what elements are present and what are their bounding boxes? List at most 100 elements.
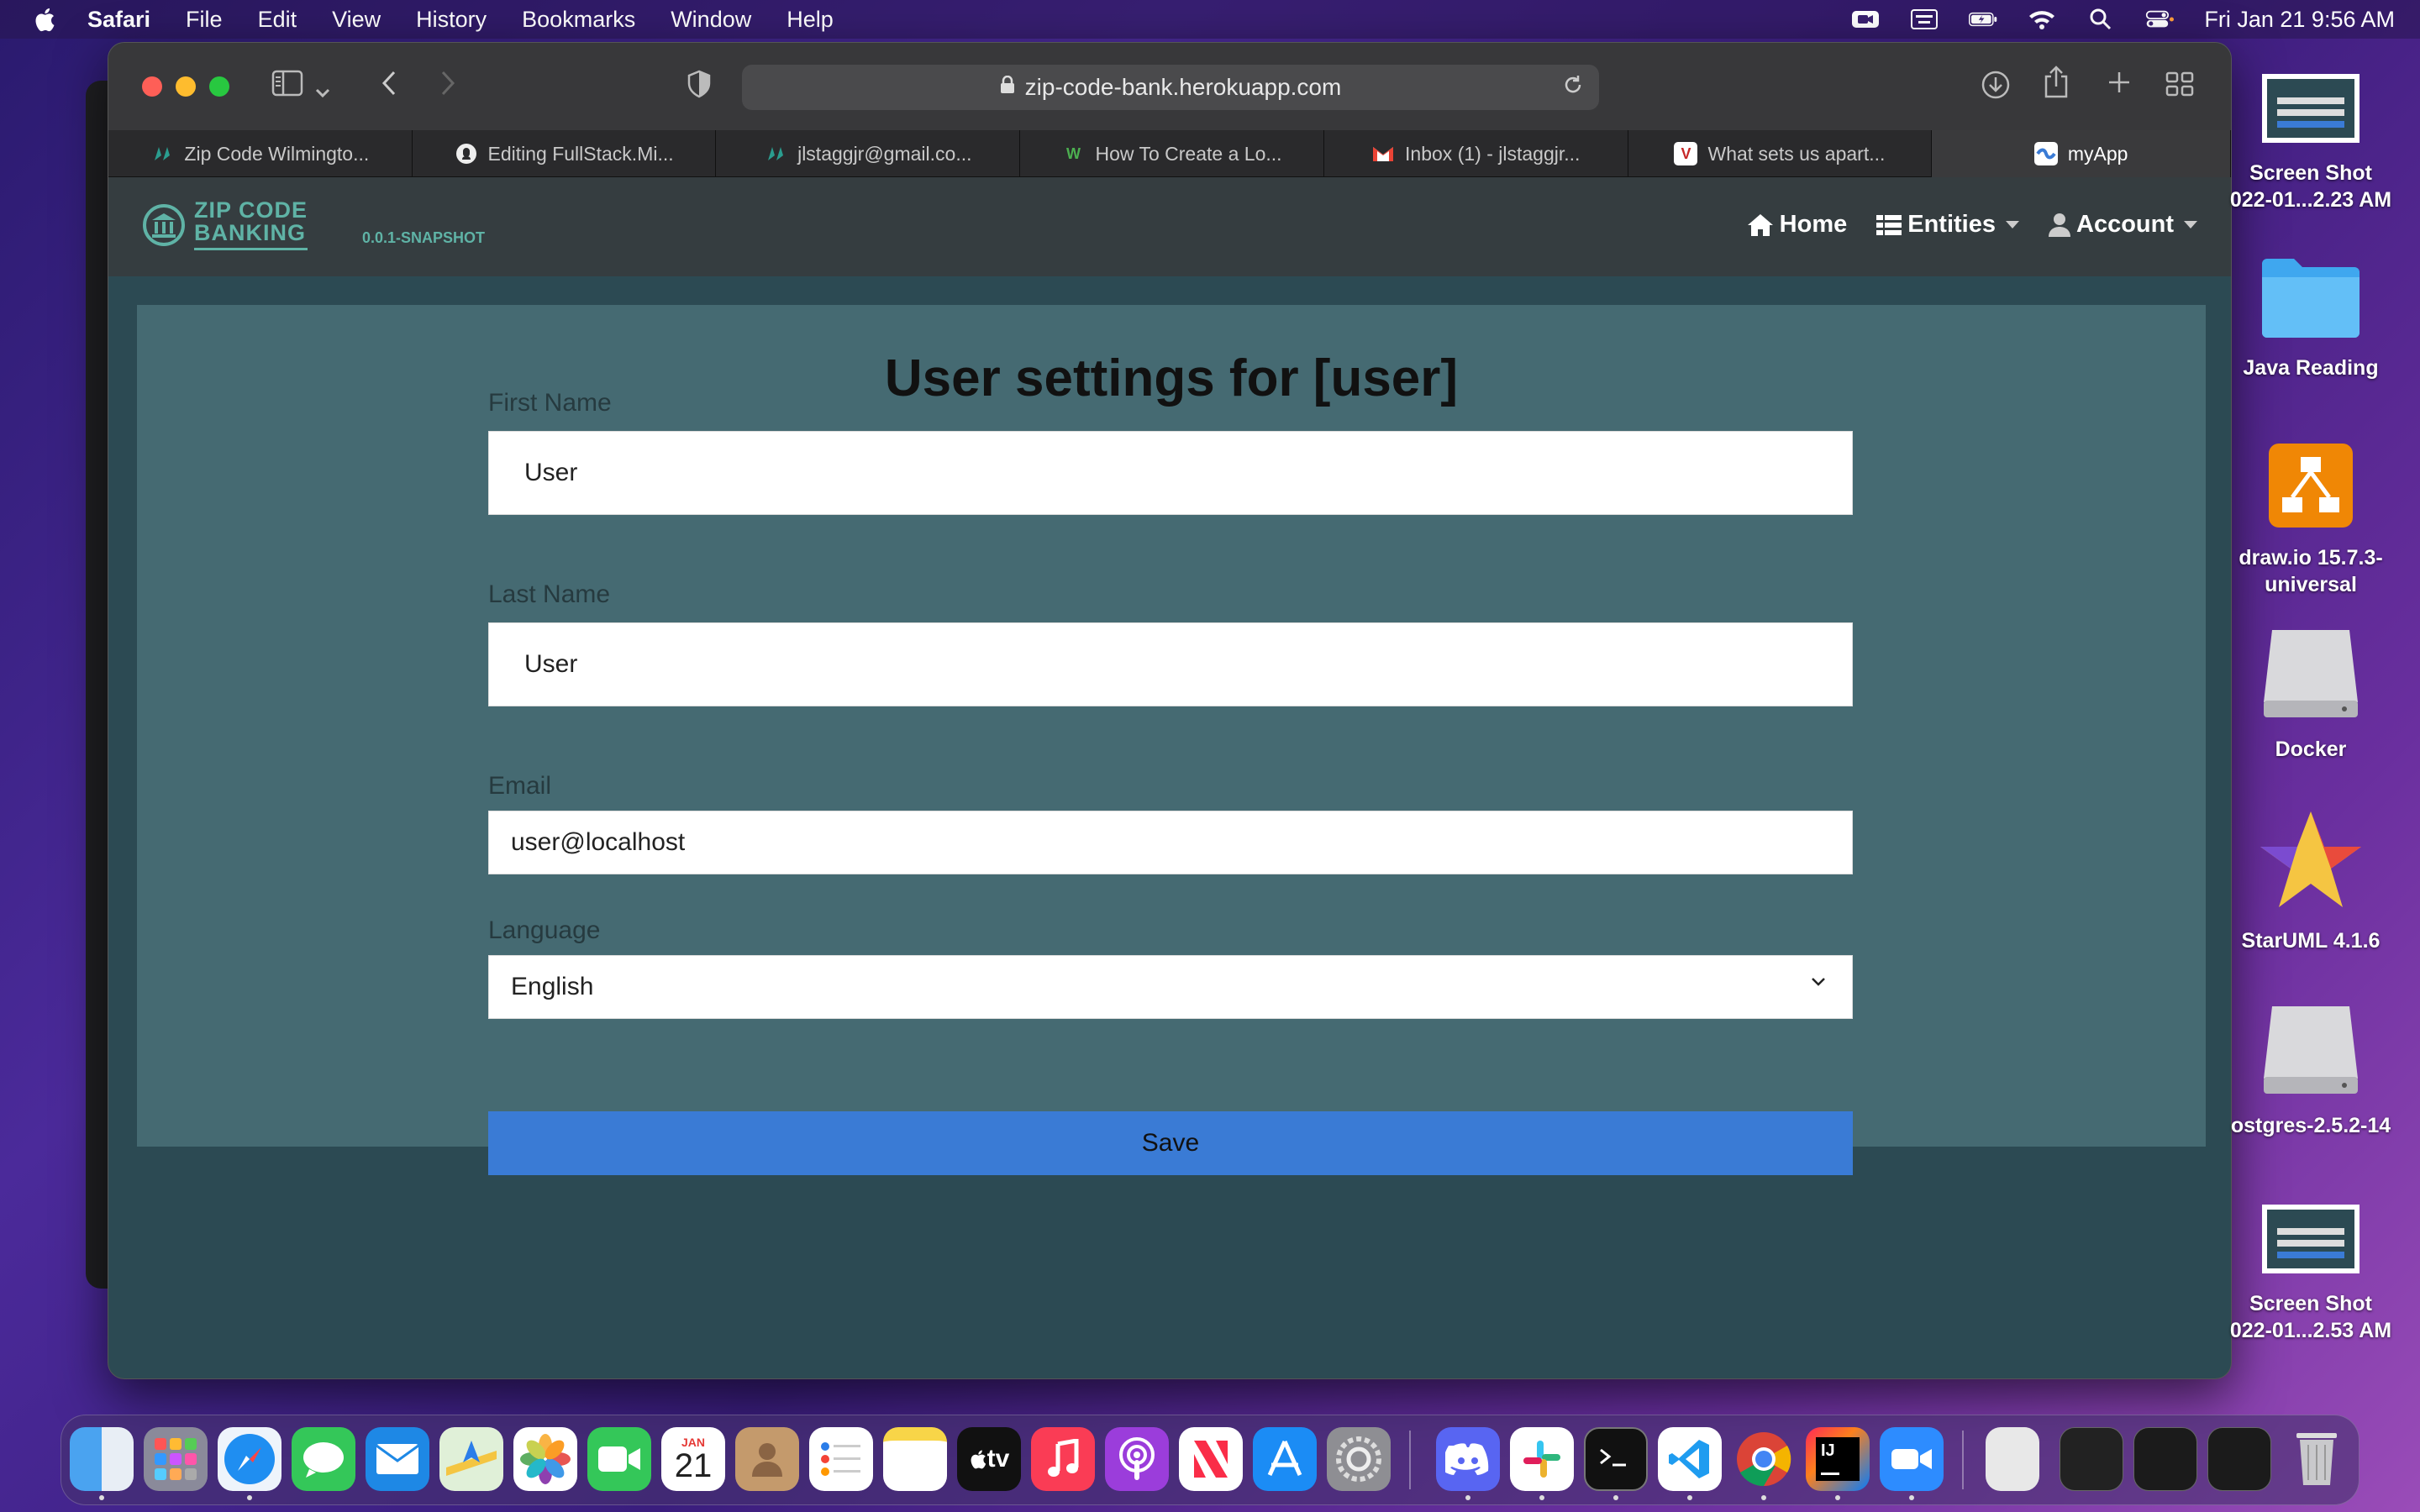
intellij-icon[interactable]: IJ: [1806, 1427, 1870, 1491]
tab-what-sets-us-apart[interactable]: V What sets us apart...: [1628, 130, 1933, 177]
documents-stack-icon[interactable]: [1986, 1427, 2039, 1491]
chrome-icon[interactable]: [1732, 1427, 1796, 1491]
running-indicator: [1465, 1495, 1470, 1500]
minimize-window-button[interactable]: [176, 76, 196, 97]
menu-window[interactable]: Window: [671, 7, 751, 33]
w-favicon-icon: W: [1066, 144, 1081, 162]
drawio-app-icon: [2269, 444, 2353, 528]
share-icon[interactable]: [2043, 65, 2070, 104]
address-bar[interactable]: zip-code-bank.herokuapp.com: [742, 65, 1599, 110]
menu-app-name[interactable]: Safari: [87, 7, 150, 33]
screenshot-thumbnail-icon[interactable]: [2207, 1427, 2271, 1491]
chevron-down-icon[interactable]: [315, 75, 330, 105]
menu-edit[interactable]: Edit: [258, 7, 297, 33]
slack-icon[interactable]: [1510, 1427, 1574, 1491]
new-tab-icon[interactable]: [2107, 70, 2132, 101]
zoom-window-button[interactable]: [209, 76, 229, 97]
terminal-icon[interactable]: [1584, 1427, 1648, 1491]
desktop-item-docker[interactable]: Docker: [2227, 625, 2395, 763]
control-center-icon[interactable]: [2145, 8, 2175, 30]
desktop-item-java-reading[interactable]: Java Reading: [2227, 252, 2395, 381]
safari-app-icon[interactable]: [218, 1427, 281, 1491]
keyboard-icon[interactable]: [1910, 8, 1939, 30]
mail-icon[interactable]: [366, 1427, 429, 1491]
app-store-icon[interactable]: [1253, 1427, 1317, 1491]
language-select[interactable]: English: [488, 955, 1853, 1019]
contacts-icon[interactable]: [735, 1427, 799, 1491]
finder-icon[interactable]: [70, 1427, 134, 1491]
running-indicator: [1761, 1495, 1766, 1500]
chevron-down-icon: [1812, 978, 1825, 986]
screenshot-thumbnail-icon[interactable]: [2060, 1427, 2123, 1491]
first-name-field[interactable]: User: [488, 431, 1853, 515]
close-window-button[interactable]: [142, 76, 162, 97]
desktop-item-postgres[interactable]: ostgres-2.5.2-14: [2227, 1001, 2395, 1139]
tab-editing-fullstack[interactable]: Editing FullStack.Mi...: [413, 130, 717, 177]
apple-logo-icon: [971, 1450, 986, 1469]
save-button[interactable]: Save: [488, 1111, 1853, 1175]
nav-account[interactable]: Account: [2048, 211, 2197, 239]
logo-line-2: BANKING: [194, 220, 306, 245]
menu-bookmarks[interactable]: Bookmarks: [522, 7, 635, 33]
tab-how-to-create[interactable]: W How To Create a Lo...: [1020, 130, 1324, 177]
reload-icon[interactable]: [1562, 73, 1584, 103]
staruml-app-icon: [2260, 811, 2361, 907]
calendar-icon[interactable]: JAN 21: [661, 1427, 725, 1491]
messages-icon[interactable]: [292, 1427, 355, 1491]
reminders-icon[interactable]: [809, 1427, 873, 1491]
privacy-shield-icon[interactable]: [687, 70, 712, 104]
menubar-clock[interactable]: Fri Jan 21 9:56 AM: [2204, 7, 2395, 33]
desktop-item-screenshot-2[interactable]: Screen Shot 022-01...2.53 AM: [2227, 1203, 2395, 1344]
facetime-icon[interactable]: [587, 1427, 651, 1491]
back-icon[interactable]: [379, 70, 399, 102]
desktop-item-screenshot-1[interactable]: Screen Shot 022-01...2.23 AM: [2227, 72, 2395, 213]
forward-icon[interactable]: [438, 70, 458, 102]
wifi-icon[interactable]: [2028, 8, 2056, 30]
menu-help[interactable]: Help: [786, 7, 834, 33]
menu-file[interactable]: File: [186, 7, 223, 33]
running-indicator: [99, 1495, 104, 1500]
apple-menu-icon[interactable]: [32, 6, 57, 33]
vscode-icon[interactable]: [1658, 1427, 1722, 1491]
launchpad-icon[interactable]: [144, 1427, 208, 1491]
desktop-item-label: StarUML 4.1.6: [2241, 929, 2381, 953]
battery-icon[interactable]: [1969, 8, 1997, 30]
email-field[interactable]: user@localhost: [488, 811, 1853, 874]
v-favicon-icon: V: [1674, 142, 1698, 165]
app-logo[interactable]: ZIP CODE BANKING: [142, 199, 308, 250]
app-navbar: ZIP CODE BANKING 0.0.1-SNAPSHOT Home Ent…: [108, 177, 2231, 276]
last-name-field[interactable]: User: [488, 622, 1853, 706]
desktop-item-label: universal: [2265, 573, 2357, 596]
tab-zip-code-wilmington[interactable]: Zip Code Wilmingto...: [108, 130, 413, 177]
tab-gmail-account[interactable]: jlstaggjr@gmail.co...: [716, 130, 1021, 177]
desktop-item-staruml[interactable]: StarUML 4.1.6: [2227, 810, 2395, 954]
folder-icon: [2262, 259, 2360, 338]
screenshot-thumbnail-icon[interactable]: [2133, 1427, 2197, 1491]
menu-history[interactable]: History: [416, 7, 487, 33]
trash-icon[interactable]: [2285, 1427, 2349, 1491]
notes-icon[interactable]: [883, 1427, 947, 1491]
music-icon[interactable]: [1031, 1427, 1095, 1491]
desktop-item-label: 022-01...2.23 AM: [2229, 188, 2392, 212]
podcasts-icon[interactable]: [1105, 1427, 1169, 1491]
tab-overview-icon[interactable]: [2165, 70, 2194, 104]
sidebar-toggle-icon[interactable]: [271, 70, 303, 102]
spotlight-search-icon[interactable]: [2086, 8, 2115, 30]
running-indicator: [1687, 1495, 1692, 1500]
system-preferences-icon[interactable]: [1327, 1427, 1391, 1491]
caret-down-icon: [2006, 221, 2019, 228]
tab-inbox[interactable]: Inbox (1) - jlstaggjr...: [1324, 130, 1628, 177]
tab-myapp[interactable]: myApp: [1932, 130, 2231, 177]
desktop-item-drawio[interactable]: draw.io 15.7.3- universal: [2227, 442, 2395, 598]
news-icon[interactable]: [1179, 1427, 1243, 1491]
maps-icon[interactable]: [439, 1427, 503, 1491]
downloads-icon[interactable]: [1981, 70, 2011, 106]
nav-home[interactable]: Home: [1746, 211, 1847, 239]
zoom-icon[interactable]: [1880, 1427, 1944, 1491]
menu-view[interactable]: View: [332, 7, 381, 33]
photos-icon[interactable]: [513, 1427, 577, 1491]
apple-tv-icon[interactable]: tv: [957, 1427, 1021, 1491]
nav-entities[interactable]: Entities: [1876, 211, 2019, 239]
video-camera-icon[interactable]: [1851, 8, 1880, 30]
discord-icon[interactable]: [1436, 1427, 1500, 1491]
